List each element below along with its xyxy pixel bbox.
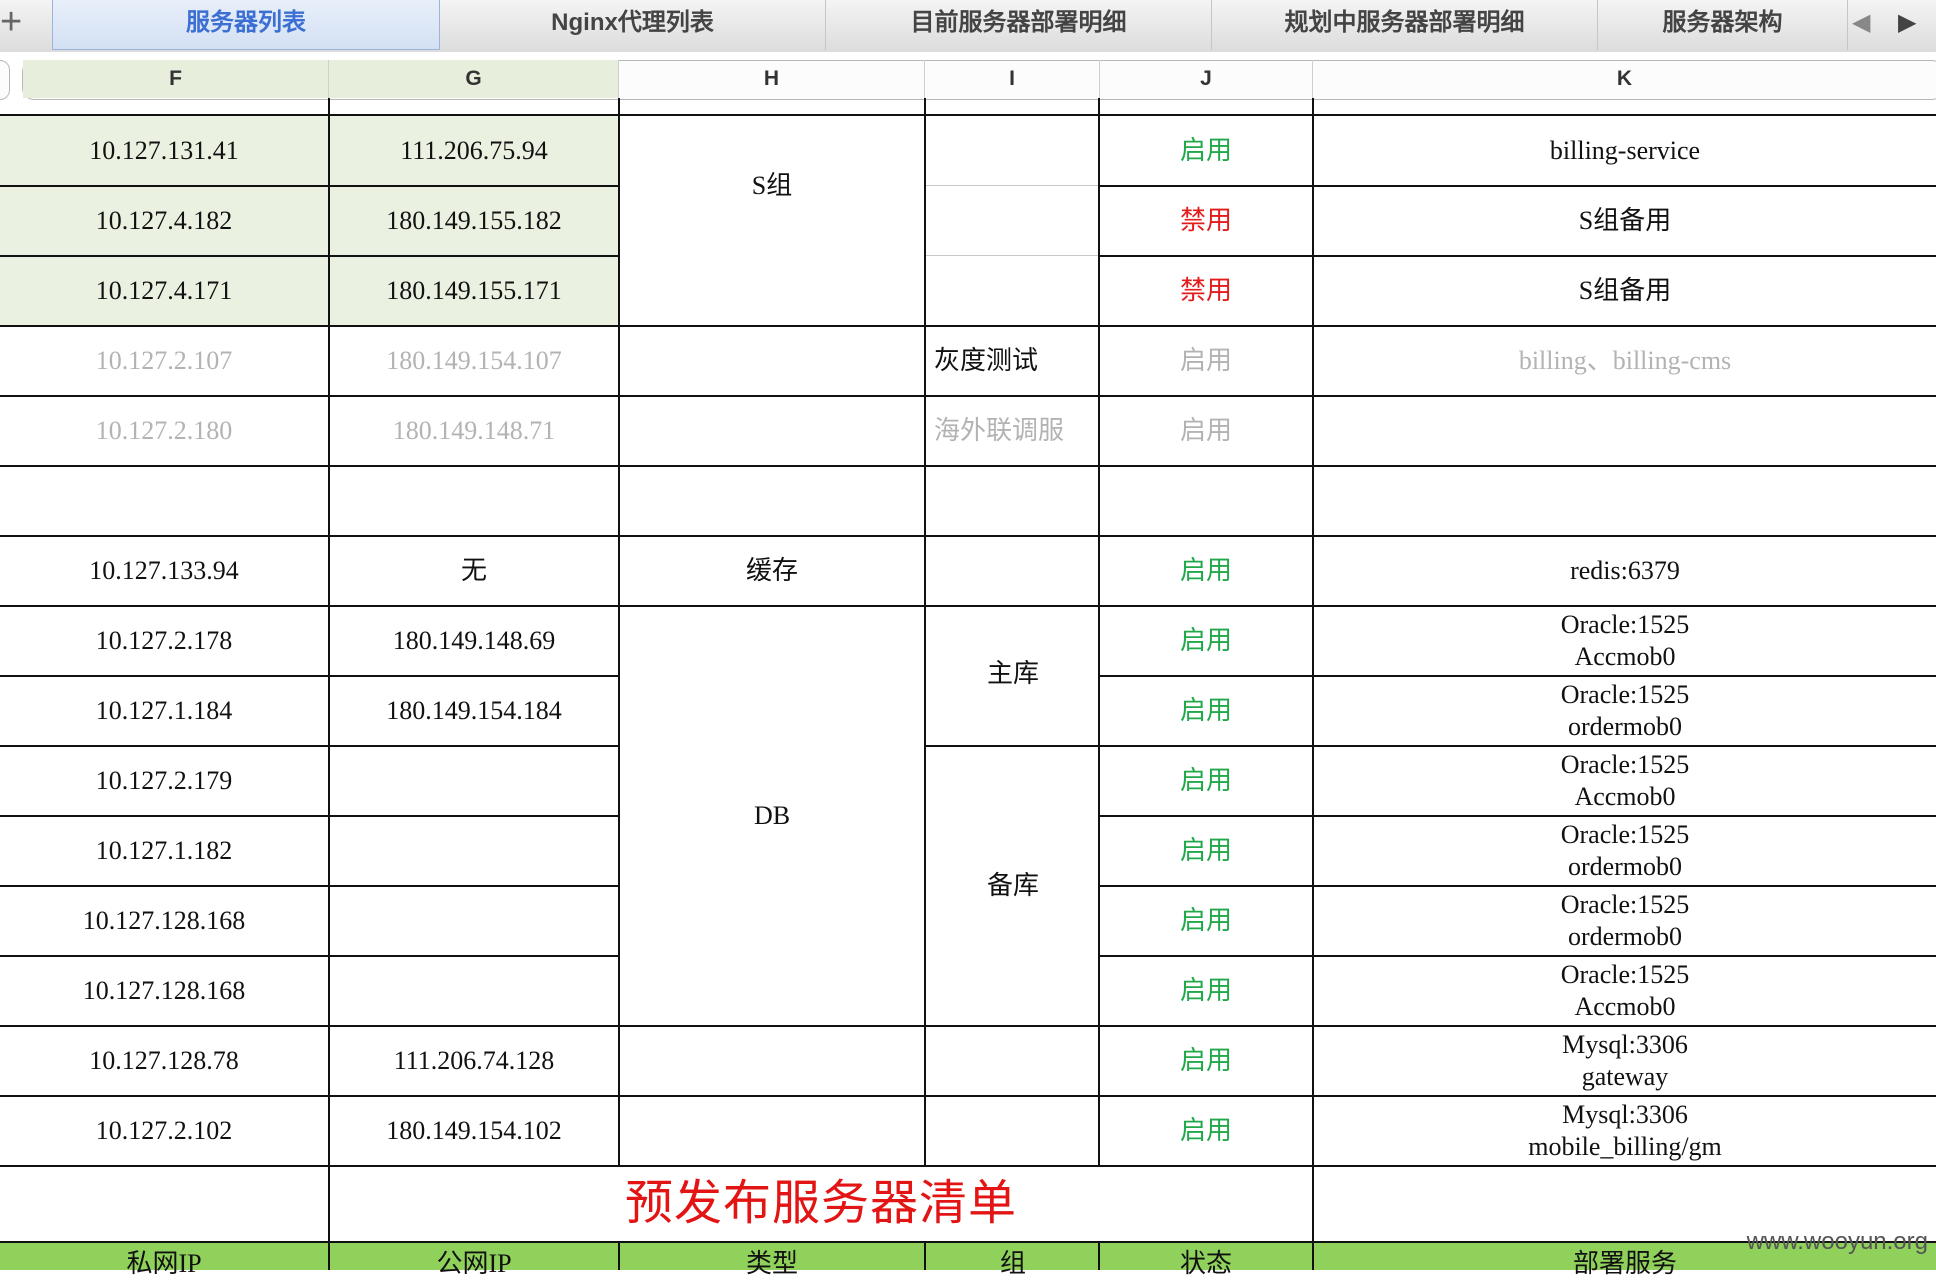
cell-service[interactable]: Oracle:1525 Accmob0	[1314, 606, 1936, 676]
cell-group-master[interactable]: 主库	[926, 606, 1100, 746]
cell-service[interactable]: billing、billing-cms	[1314, 326, 1936, 396]
cell-status-enabled[interactable]: 启用	[1100, 396, 1312, 466]
cell-private-ip[interactable]: 10.127.2.178	[0, 606, 328, 676]
grid-line	[926, 185, 1100, 186]
cell-private-ip[interactable]: 10.127.128.78	[0, 1026, 328, 1096]
cell-service[interactable]: Mysql:3306 gateway	[1314, 1026, 1936, 1096]
cell-category-db[interactable]: DB	[620, 606, 924, 1026]
cell-service[interactable]: Mysql:3306 mobile_billing/gm	[1314, 1096, 1936, 1166]
cell-public-ip[interactable]: 180.149.154.107	[330, 326, 618, 396]
cell-private-ip[interactable]: 10.127.1.184	[0, 676, 328, 746]
cell-public-ip[interactable]: 180.149.155.182	[330, 186, 618, 256]
tab-current-deployment[interactable]: 目前服务器部署明细	[826, 0, 1212, 50]
header-public-ip[interactable]: 公网IP	[330, 1242, 618, 1278]
cell-status-enabled[interactable]: 启用	[1100, 746, 1312, 816]
cell-status-disabled[interactable]: 禁用	[1100, 256, 1312, 326]
section-title[interactable]: 预发布服务器清单	[330, 1166, 1312, 1242]
cell-private-ip[interactable]: 10.127.2.107	[0, 326, 328, 396]
cell-private-ip[interactable]: 10.127.133.94	[0, 536, 328, 606]
cell-private-ip[interactable]: 10.127.131.41	[0, 116, 328, 186]
sheet-tab-bar: + 服务器列表 Nginx代理列表 目前服务器部署明细 规划中服务器部署明细 服…	[0, 0, 1936, 53]
cell-category-s-group[interactable]: S组	[620, 116, 924, 256]
cell-service[interactable]: Oracle:1525 ordermob0	[1314, 816, 1936, 886]
cell-public-ip[interactable]: 180.149.148.69	[330, 606, 618, 676]
cell-status-enabled[interactable]: 启用	[1100, 886, 1312, 956]
tab-planned-deployment[interactable]: 规划中服务器部署明细	[1212, 0, 1598, 50]
cell-service[interactable]: billing-service	[1314, 116, 1936, 186]
row-header-nub	[0, 60, 10, 100]
add-sheet-icon[interactable]: +	[0, 0, 52, 52]
cell-status-enabled[interactable]: 启用	[1100, 536, 1312, 606]
cell-public-ip[interactable]: 180.149.155.171	[330, 256, 618, 326]
cell-private-ip[interactable]: 10.127.2.179	[0, 746, 328, 816]
cell-group[interactable]: 灰度测试	[926, 326, 1100, 396]
cell-public-ip[interactable]: 111.206.74.128	[330, 1026, 618, 1096]
cell-public-ip[interactable]: 180.149.154.184	[330, 676, 618, 746]
header-status[interactable]: 状态	[1100, 1242, 1312, 1278]
cell-status-enabled[interactable]: 启用	[1100, 1096, 1312, 1166]
cell-status-enabled[interactable]: 启用	[1100, 116, 1312, 186]
header-category[interactable]: 类型	[620, 1242, 924, 1278]
column-header-k[interactable]: K	[1313, 60, 1936, 98]
cell-service[interactable]: S组备用	[1314, 186, 1936, 256]
cell-group[interactable]: 海外联调服	[926, 396, 1100, 466]
cell-category-cache[interactable]: 缓存	[620, 536, 924, 606]
cell-status-enabled[interactable]: 启用	[1100, 606, 1312, 676]
cell-private-ip[interactable]: 10.127.4.182	[0, 186, 328, 256]
cell-private-ip[interactable]: 10.127.2.180	[0, 396, 328, 466]
column-header-f[interactable]: F	[23, 60, 328, 98]
cell-status-disabled[interactable]: 禁用	[1100, 186, 1312, 256]
cell-service[interactable]: Oracle:1525 ordermob0	[1314, 676, 1936, 746]
cell-service[interactable]: Oracle:1525 Accmob0	[1314, 956, 1936, 1026]
watermark: www.wooyun.org	[1746, 1228, 1928, 1255]
cell-public-ip[interactable]: 180.149.154.102	[330, 1096, 618, 1166]
spreadsheet-grid: 10.127.131.41 111.206.75.94 启用 billing-s…	[0, 0, 1936, 1278]
grid-line	[926, 255, 1100, 256]
cell-service[interactable]: redis:6379	[1314, 536, 1936, 606]
cell-private-ip[interactable]: 10.127.4.171	[0, 256, 328, 326]
cell-public-ip[interactable]: 180.149.148.71	[330, 396, 618, 466]
column-header-j[interactable]: J	[1100, 60, 1312, 98]
scroll-tabs-right-icon[interactable]: ▶	[1898, 8, 1916, 37]
cell-status-enabled[interactable]: 启用	[1100, 676, 1312, 746]
cell-private-ip[interactable]: 10.127.2.102	[0, 1096, 328, 1166]
header-private-ip[interactable]: 私网IP	[0, 1242, 328, 1278]
tab-server-architecture[interactable]: 服务器架构	[1598, 0, 1848, 50]
cell-group-standby[interactable]: 备库	[926, 746, 1100, 1026]
cell-status-enabled[interactable]: 启用	[1100, 956, 1312, 1026]
cell-private-ip[interactable]: 10.127.128.168	[0, 956, 328, 1026]
cell-status-enabled[interactable]: 启用	[1100, 816, 1312, 886]
tab-nginx-proxy-list[interactable]: Nginx代理列表	[440, 0, 826, 50]
column-header-i[interactable]: I	[925, 60, 1099, 98]
cell-service[interactable]: Oracle:1525 ordermob0	[1314, 886, 1936, 956]
cell-service[interactable]: S组备用	[1314, 256, 1936, 326]
column-header-h[interactable]: H	[619, 60, 924, 98]
scroll-tabs-left-icon[interactable]: ◀	[1852, 8, 1870, 37]
column-header-bar: F G H I J K	[0, 52, 1936, 116]
tab-server-list[interactable]: 服务器列表	[52, 0, 440, 50]
cell-service[interactable]: Oracle:1525 Accmob0	[1314, 746, 1936, 816]
cell-public-ip[interactable]: 111.206.75.94	[330, 116, 618, 186]
cell-private-ip[interactable]: 10.127.128.168	[0, 886, 328, 956]
cell-status-enabled[interactable]: 启用	[1100, 326, 1312, 396]
cell-status-enabled[interactable]: 启用	[1100, 1026, 1312, 1096]
cell-private-ip[interactable]: 10.127.1.182	[0, 816, 328, 886]
column-header-g[interactable]: G	[329, 60, 618, 98]
header-group[interactable]: 组	[926, 1242, 1100, 1278]
cell-public-ip[interactable]: 无	[330, 536, 618, 606]
